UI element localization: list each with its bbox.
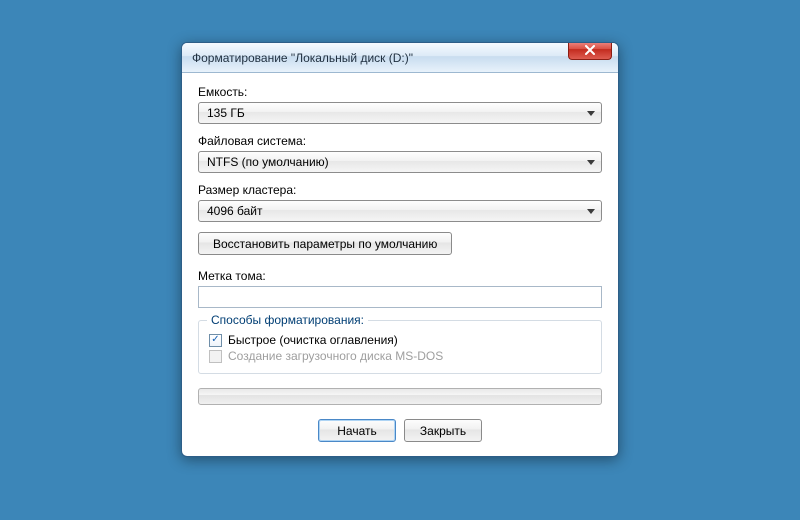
window-title: Форматирование "Локальный диск (D:)" [192,51,612,65]
close-button[interactable] [568,42,612,60]
filesystem-combobox[interactable]: NTFS (по умолчанию) [198,151,602,173]
cluster-label: Размер кластера: [198,183,602,197]
start-button[interactable]: Начать [318,419,396,442]
filesystem-value: NTFS (по умолчанию) [207,155,587,169]
quick-format-option[interactable]: ✓ Быстрое (очистка оглавления) [209,333,591,347]
close-icon [584,45,596,55]
capacity-label: Емкость: [198,85,602,99]
progress-bar [198,388,602,405]
chevron-down-icon [587,160,595,165]
chevron-down-icon [587,111,595,116]
chevron-down-icon [587,209,595,214]
close-dialog-button[interactable]: Закрыть [404,419,482,442]
capacity-combobox[interactable]: 135 ГБ [198,102,602,124]
volume-label-input[interactable] [198,286,602,308]
volume-label-label: Метка тома: [198,269,602,283]
restore-defaults-button[interactable]: Восстановить параметры по умолчанию [198,232,452,255]
format-options-group: Способы форматирования: ✓ Быстрое (очист… [198,320,602,374]
titlebar[interactable]: Форматирование "Локальный диск (D:)" [182,43,618,73]
msdos-boot-label: Создание загрузочного диска MS-DOS [228,349,443,363]
client-area: Емкость: 135 ГБ Файловая система: NTFS (… [182,73,618,456]
cluster-combobox[interactable]: 4096 байт [198,200,602,222]
format-options-legend: Способы форматирования: [207,313,368,327]
filesystem-label: Файловая система: [198,134,602,148]
capacity-value: 135 ГБ [207,106,587,120]
cluster-value: 4096 байт [207,204,587,218]
format-dialog-window: Форматирование "Локальный диск (D:)" Емк… [181,42,619,457]
checkbox-icon [209,350,222,363]
dialog-buttons: Начать Закрыть [198,419,602,442]
checkbox-icon: ✓ [209,334,222,347]
quick-format-label: Быстрое (очистка оглавления) [228,333,398,347]
msdos-boot-option: Создание загрузочного диска MS-DOS [209,349,591,363]
